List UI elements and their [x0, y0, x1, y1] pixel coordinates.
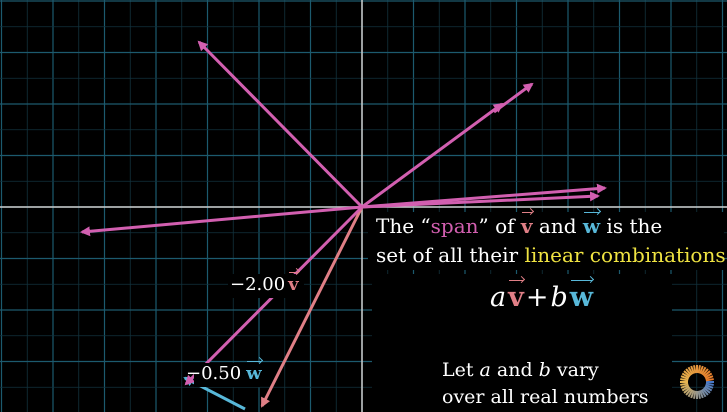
- span-word: span: [430, 214, 479, 238]
- neg2v-coefficient-label: −2.00 v: [230, 272, 299, 295]
- note-coefficient-b: b: [538, 359, 551, 381]
- vary-note-line-2: over all real numbers: [442, 386, 649, 408]
- combination-vector-upper-right-far: [493, 82, 534, 114]
- v-vector-symbol: v: [288, 272, 299, 295]
- caption-line-1: The “span” of v and w is the: [376, 212, 663, 238]
- note-text: and: [490, 359, 539, 381]
- v-vector-symbol: v: [520, 212, 533, 238]
- note-coefficient-a: a: [479, 359, 491, 381]
- w-vector-symbol: w: [246, 361, 262, 384]
- v-vector-symbol: v: [508, 280, 524, 313]
- caption-text: set of all their: [376, 243, 525, 267]
- note-text: vary: [550, 359, 599, 381]
- note-text: Let: [442, 359, 480, 381]
- caption-text: and: [532, 214, 583, 238]
- plus-sign: +: [525, 282, 549, 313]
- neg-half-coefficient: −0.50: [186, 363, 242, 384]
- caption-text: is the: [600, 214, 663, 238]
- neg2-coefficient: −2.00: [230, 274, 286, 295]
- spinner-tick: [697, 390, 701, 399]
- combination-vector-upper-left: [197, 40, 364, 209]
- spinner-tick: [705, 378, 714, 382]
- w-vector-symbol: w: [569, 280, 593, 313]
- neghalfw-coefficient-label: −0.50 w: [186, 361, 262, 384]
- coefficient-a: a: [490, 282, 507, 313]
- spinner-tick: [680, 382, 689, 386]
- caption-text: ” of: [478, 214, 521, 238]
- linear-combination-formula: av+bw: [490, 280, 593, 313]
- vector-neg2v-arrow: [260, 206, 364, 408]
- combination-vector-left: [80, 205, 363, 237]
- w-vector-symbol: w: [582, 212, 601, 238]
- vary-note-line-1: Let a and b vary: [442, 359, 599, 381]
- spinner-tick: [693, 365, 697, 374]
- coefficient-b: b: [550, 282, 568, 313]
- caption-line-2: set of all their linear combinations.: [376, 243, 727, 267]
- linear-combinations-phrase: linear combinations: [524, 243, 726, 267]
- caption-text: The “: [376, 214, 431, 238]
